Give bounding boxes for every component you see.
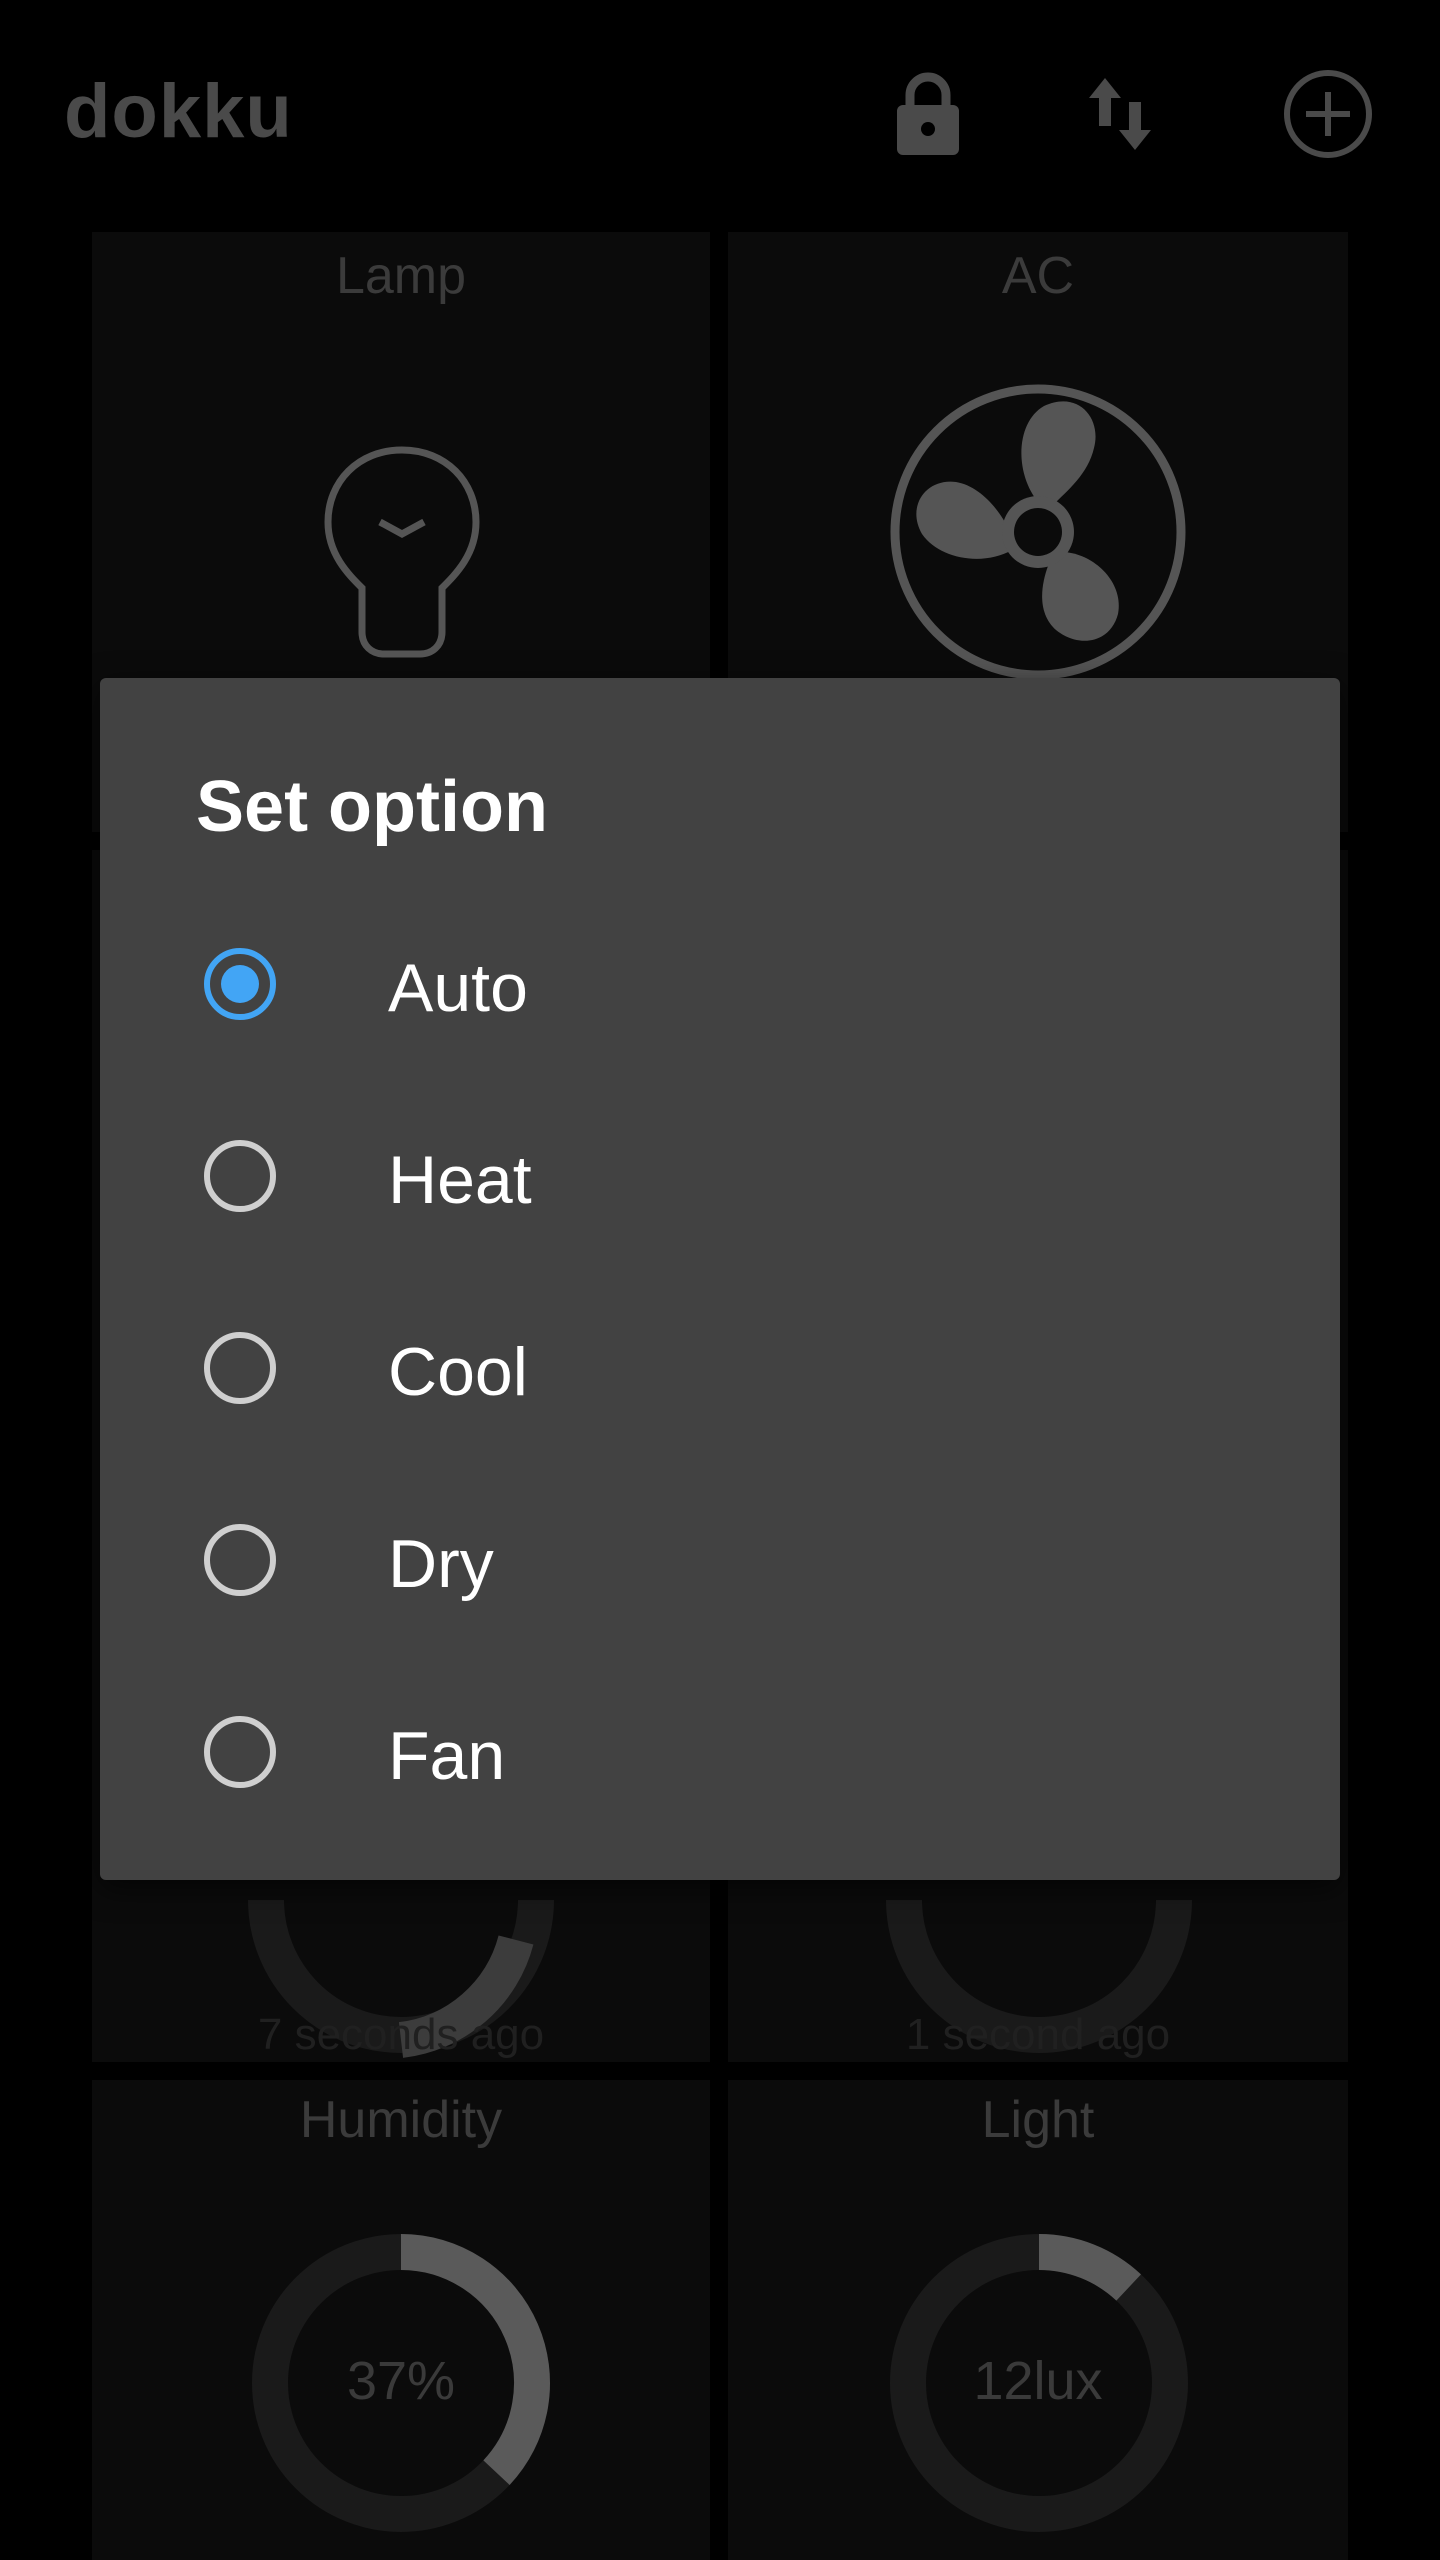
radio-button[interactable] [204, 948, 276, 1020]
widget-title: AC [1001, 247, 1075, 305]
option-label: Heat [388, 1142, 532, 1218]
app-title: dokku [64, 69, 293, 154]
widget-title: Humidity [299, 2091, 503, 2149]
option-heat[interactable]: Heat [100, 1084, 1340, 1276]
option-fan[interactable]: Fan [100, 1660, 1340, 1852]
lightbulb-icon [324, 446, 480, 658]
last-updated-text: 1 second ago [905, 2010, 1171, 2059]
option-label: Dry [388, 1526, 494, 1602]
option-cool[interactable]: Cool [100, 1276, 1340, 1468]
dialog-title: Set option [196, 767, 548, 847]
option-label: Fan [388, 1718, 506, 1794]
lock-icon [897, 72, 959, 155]
app-bar: dokku [0, 0, 1440, 228]
option-dry[interactable]: Dry [100, 1468, 1340, 1660]
fan-icon [890, 384, 1186, 680]
option-auto[interactable]: Auto [100, 892, 1340, 1084]
radio-button[interactable] [204, 1332, 276, 1404]
add-button[interactable] [1258, 44, 1398, 184]
sort-button[interactable] [1050, 44, 1190, 184]
light-value: 12lux [973, 2351, 1103, 2411]
widget-title: Lamp [335, 247, 467, 305]
radio-button[interactable] [204, 1716, 276, 1788]
radio-button[interactable] [204, 1140, 276, 1212]
option-label: Auto [388, 950, 528, 1026]
lock-button[interactable] [858, 44, 998, 184]
swap-vertical-icon [1089, 78, 1151, 150]
humidity-value: 37% [346, 2351, 456, 2411]
widget-humidity[interactable]: Humidity 37% [92, 2080, 710, 2560]
set-option-dialog: Set option Auto Heat Cool Dry Fan [100, 678, 1340, 1880]
widget-title: Light [981, 2091, 1095, 2149]
radio-button[interactable] [204, 1524, 276, 1596]
widget-light[interactable]: Light 12lux [728, 2080, 1348, 2560]
add-circle-icon [1284, 70, 1372, 158]
option-label: Cool [388, 1334, 528, 1410]
last-updated-text: 7 seconds ago [257, 2010, 545, 2059]
